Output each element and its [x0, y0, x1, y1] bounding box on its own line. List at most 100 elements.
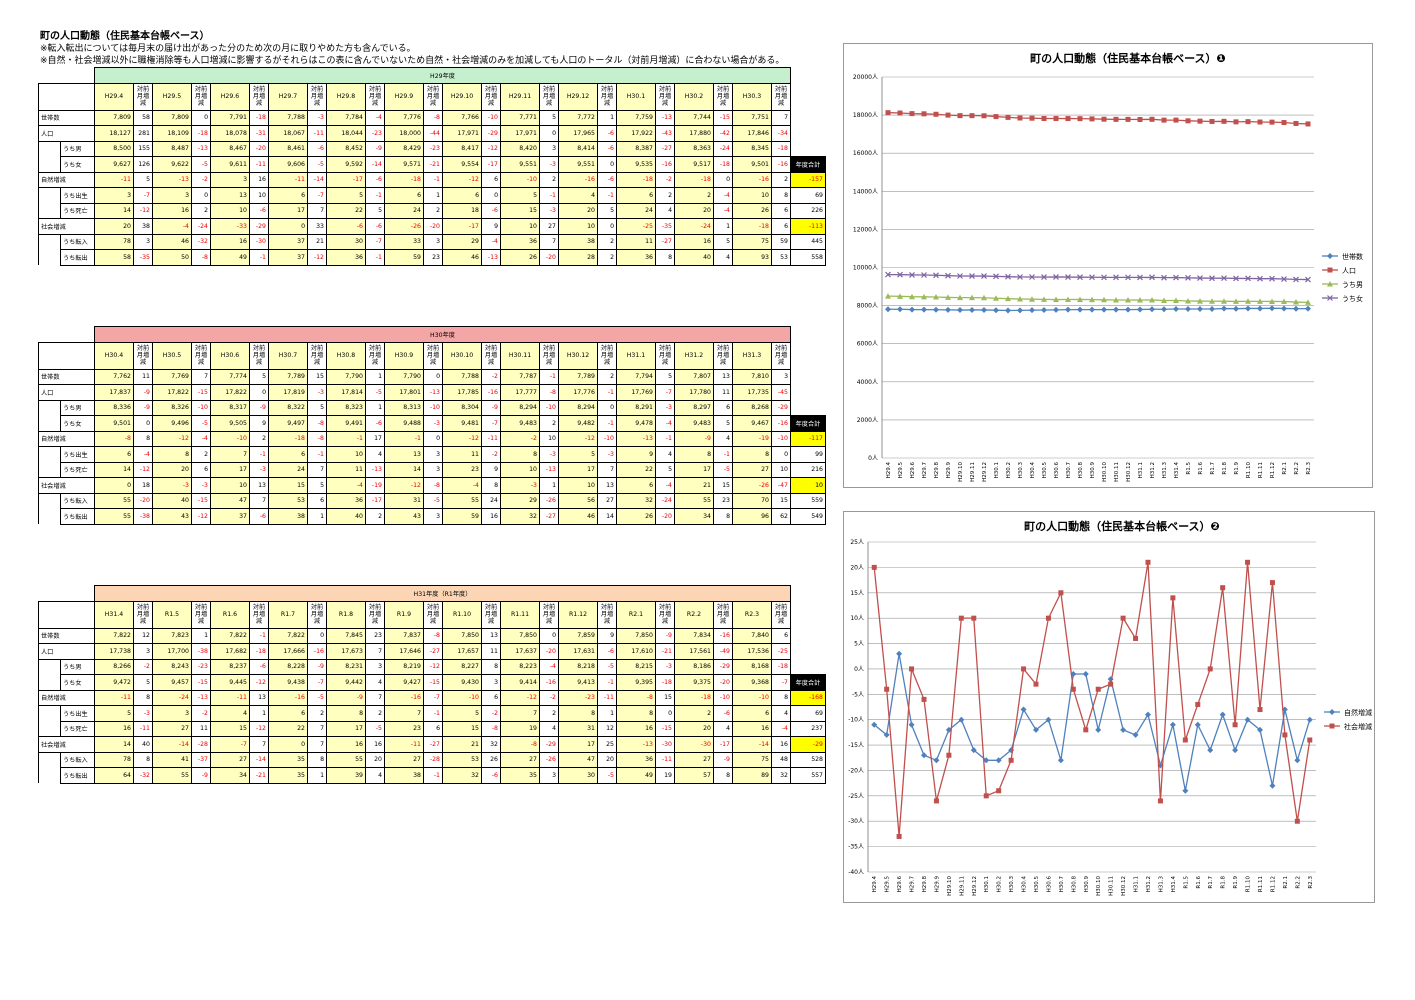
diff-cell: -9	[481, 399, 501, 416]
diff-cell: 11	[191, 720, 211, 737]
diff-cell: -1	[365, 249, 385, 266]
month-header: H30.1	[616, 82, 656, 111]
total-cell: 528	[790, 751, 826, 768]
diff-cell: -17	[481, 156, 501, 173]
diff-header: 対前月増減	[191, 600, 211, 629]
diff-cell: 58	[133, 109, 153, 126]
x-tick-label: R1.8	[1222, 462, 1228, 475]
diff-cell: -9	[249, 399, 269, 416]
value-cell: 5	[500, 187, 540, 204]
value-cell: 7,789	[558, 368, 598, 385]
diff-cell: 2	[539, 415, 559, 432]
row-label: うち出生	[60, 446, 95, 463]
value-cell: 17,971	[500, 125, 540, 142]
diff-cell: -3	[423, 415, 443, 432]
value-cell: 15	[268, 477, 308, 494]
diff-cell: 23	[713, 492, 733, 509]
data-point	[1058, 590, 1064, 596]
diff-cell: 8	[655, 249, 675, 266]
diff-cell: -4	[133, 446, 153, 463]
diff-cell: -32	[191, 233, 211, 250]
value-cell: 17	[268, 202, 308, 219]
diff-cell: -25	[771, 643, 791, 660]
value-cell: 34	[674, 508, 714, 525]
diff-cell: 7	[365, 643, 385, 660]
data-point	[1089, 116, 1095, 122]
value-cell: 18,109	[152, 125, 192, 142]
month-header: H30.7	[268, 341, 308, 370]
value-cell: 8,266	[94, 658, 134, 675]
diff-cell: -23	[365, 125, 385, 142]
diff-cell: 5	[655, 368, 675, 385]
diff-cell: 6	[713, 399, 733, 416]
series-2	[885, 293, 1311, 305]
diff-cell: 8	[133, 751, 153, 768]
diff-cell: -16	[771, 415, 791, 432]
value-cell: 49	[210, 249, 250, 266]
value-cell: -8	[94, 430, 134, 447]
month-header: H29.8	[326, 82, 366, 111]
diff-cell: -3	[133, 705, 153, 722]
value-cell: 8,414	[558, 140, 598, 157]
month-header: R1.11	[500, 600, 540, 629]
value-cell: -13	[616, 736, 656, 753]
data-point	[969, 113, 975, 119]
value-cell: 96	[732, 508, 772, 525]
x-tick-label: R1.6	[1198, 462, 1204, 475]
data-point	[1182, 787, 1189, 794]
y-tick-label: 10人	[850, 615, 864, 622]
diff-cell: -12	[481, 140, 501, 157]
population-table: H29年度 H29.4 対前月増減 H29.5 対前月増減 H29.6 対前月増減 H29.7…	[38, 67, 826, 266]
diff-cell: 6	[191, 461, 211, 478]
diff-cell: -16	[713, 627, 733, 644]
legend-label: 社会増減	[1344, 722, 1372, 731]
value-cell: 10	[500, 461, 540, 478]
data-point	[1269, 782, 1276, 789]
diff-header: 対前月増減	[771, 600, 791, 629]
data-point	[1005, 114, 1011, 120]
value-cell: 0	[268, 736, 308, 753]
value-cell: -16	[732, 171, 772, 188]
diff-header: 対前月増減	[191, 341, 211, 370]
value-cell: 4	[558, 187, 598, 204]
value-cell: 9,622	[152, 156, 192, 173]
data-point	[1161, 306, 1167, 313]
diff-cell: -26	[539, 751, 559, 768]
diff-cell: 6	[481, 689, 501, 706]
legend-label: 自然増減	[1344, 708, 1372, 717]
value-cell: 40	[674, 249, 714, 266]
diff-cell: -15	[713, 109, 733, 126]
diff-cell: -44	[423, 125, 443, 142]
value-cell: 18,067	[268, 125, 308, 142]
value-cell: 43	[384, 508, 424, 525]
value-cell: 17,814	[326, 384, 366, 401]
y-tick-label: -10人	[848, 717, 864, 724]
diff-cell: 15	[307, 368, 327, 385]
diff-cell: -3	[539, 156, 559, 173]
value-cell: 18	[442, 202, 482, 219]
value-cell: -14	[152, 736, 192, 753]
value-cell: 13	[210, 187, 250, 204]
row-label: うち転入	[60, 751, 95, 768]
diff-cell: -2	[481, 705, 501, 722]
data-point	[1070, 686, 1076, 692]
table-row: 人口 18,127 281 18,109 -18 18,078 -31 18,067 -11 18…	[38, 125, 826, 142]
table-row: うち男 8,336 -9 8,326 -10 8,317 -9 8,322 5 8,323 1 8,3…	[38, 399, 826, 416]
value-cell: 16	[674, 233, 714, 250]
series-0	[871, 650, 1313, 794]
value-cell: -4	[326, 477, 366, 494]
diff-cell: -10	[481, 109, 501, 126]
value-cell: 7,791	[210, 109, 250, 126]
series-line	[887, 112, 1309, 125]
value-cell: 31	[558, 720, 598, 737]
x-tick-label: H29.7	[910, 876, 916, 893]
diff-cell: -29	[539, 736, 559, 753]
diff-header: 対前月増減	[133, 82, 153, 111]
diff-cell: 4	[713, 249, 733, 266]
data-point	[1113, 306, 1119, 313]
data-point	[1207, 666, 1213, 672]
diff-cell: 2	[191, 202, 211, 219]
data-point	[1294, 757, 1301, 764]
x-tick-label: R1.7	[1208, 876, 1214, 889]
diff-cell: 7	[539, 233, 559, 250]
